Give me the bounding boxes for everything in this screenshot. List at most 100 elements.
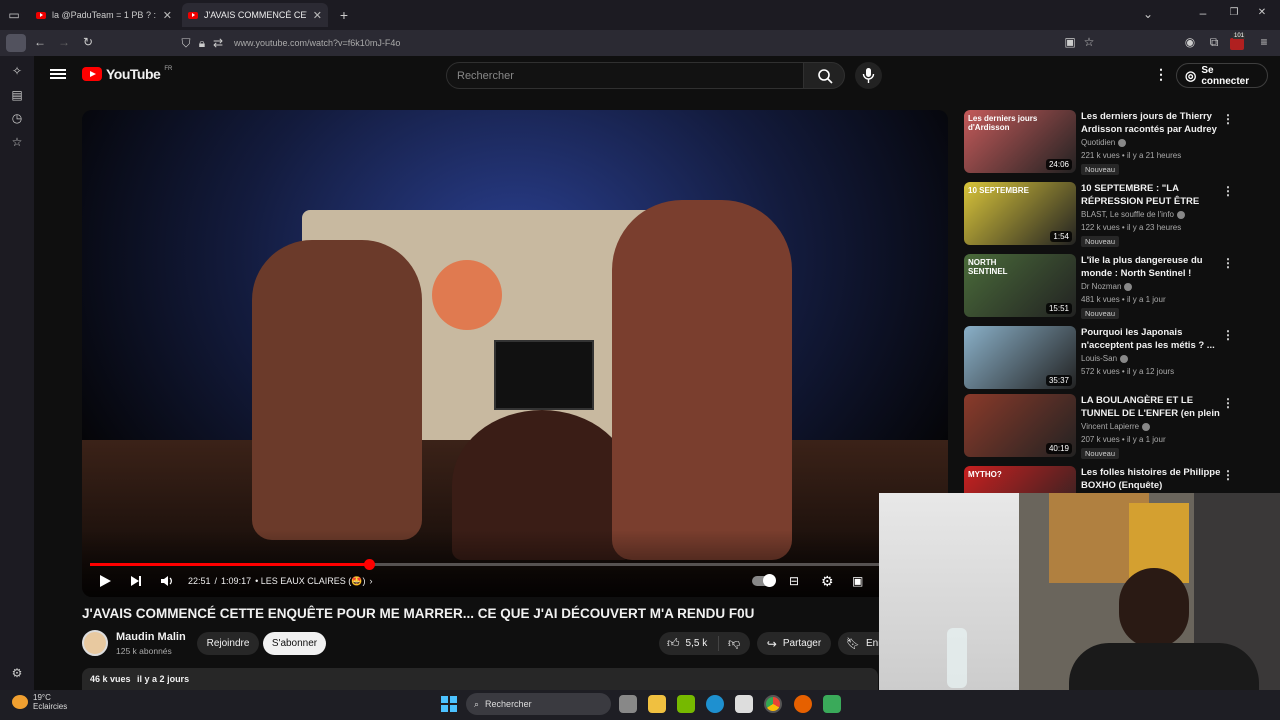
recommendation-title[interactable]: LA BOULANGÈRE ET LE TUNNEL DE L'ENFER (e…: [1081, 394, 1221, 420]
close-tab-icon[interactable]: ✕: [163, 9, 172, 22]
verified-check-icon: [1120, 354, 1129, 363]
browser-tab-2[interactable]: J'AVAIS COMMENCÉ CETTE ENQ ✕: [182, 3, 328, 27]
chapter-title[interactable]: • LES EAUX CLAIRES (🤩): [255, 576, 365, 587]
youtube-logo[interactable]: YouTube FR: [82, 66, 172, 82]
store-icon[interactable]: [735, 695, 753, 713]
tab-overview-icon[interactable]: ▭: [6, 8, 22, 22]
recommendation-thumbnail[interactable]: 10 SEPTEMBRE 1:54: [964, 182, 1076, 245]
more-options-icon[interactable]: ⋮: [1222, 396, 1234, 410]
close-tab-icon[interactable]: ✕: [313, 9, 322, 22]
recommendation-item[interactable]: NORTH SENTINEL 15:51 L'île la plus dangere…: [964, 254, 1264, 319]
recommendation-channel[interactable]: BLAST, Le souffle de l'info: [1081, 210, 1185, 219]
video-person-left: [252, 240, 422, 540]
sidebar-toggle-button[interactable]: [6, 34, 26, 52]
weather-widget[interactable]: 19°C Eclaircies: [33, 693, 67, 711]
more-options-icon[interactable]: ⋮: [1222, 328, 1234, 342]
windows-start-icon[interactable]: [440, 695, 458, 713]
play-button[interactable]: [98, 572, 112, 590]
shield-icon[interactable]: ⛉: [178, 36, 194, 51]
url-text[interactable]: www.youtube.com/watch?v=f6k10mJ-F4o: [234, 38, 400, 48]
recommendation-thumbnail[interactable]: NORTH SENTINEL 15:51: [964, 254, 1076, 317]
task-view-icon[interactable]: [619, 695, 637, 713]
weather-icon[interactable]: [12, 695, 28, 709]
firefox-icon[interactable]: [794, 695, 812, 713]
guide-menu-icon[interactable]: [50, 67, 66, 81]
next-button[interactable]: [129, 572, 143, 590]
ai-sparkle-icon[interactable]: ✧: [9, 64, 25, 78]
star-icon[interactable]: ☆: [9, 135, 25, 149]
subscribe-button[interactable]: S'abonner: [263, 632, 326, 655]
volume-button[interactable]: [160, 572, 174, 590]
more-options-icon[interactable]: ⋮: [1222, 468, 1234, 482]
join-button[interactable]: Rejoindre: [197, 632, 259, 655]
signin-button[interactable]: ◎ Se connecter: [1176, 63, 1268, 88]
video-player[interactable]: [82, 110, 948, 597]
settings-gear-icon[interactable]: ⚙: [9, 666, 25, 680]
dislike-button[interactable]: 👎︎: [719, 636, 740, 651]
channel-avatar[interactable]: [82, 630, 108, 656]
chapter-chevron-icon[interactable]: ›: [369, 576, 372, 586]
miniplayer-button[interactable]: ▣: [852, 572, 863, 590]
permissions-icon[interactable]: ⇄: [210, 36, 226, 50]
browser-tab-1[interactable]: la @PaduTeam = 1 PB ? : Explic ✕: [30, 3, 178, 27]
recommendation-thumbnail[interactable]: 40:19: [964, 394, 1076, 457]
chrome-icon[interactable]: [764, 695, 782, 713]
recommendation-channel[interactable]: Quotidien: [1081, 138, 1127, 147]
forward-icon[interactable]: →: [56, 35, 72, 49]
progress-scrubber[interactable]: [364, 559, 376, 570]
autoplay-toggle[interactable]: [752, 572, 776, 590]
volume-icon: [161, 576, 172, 586]
recommendation-title[interactable]: Pourquoi les Japonais n'acceptent pas le…: [1081, 326, 1221, 352]
picture-in-picture-icon[interactable]: ▣: [1062, 35, 1078, 49]
back-icon[interactable]: ←: [32, 35, 48, 49]
settings-dots-icon[interactable]: ⋮: [1154, 66, 1168, 83]
menu-hamburger-icon[interactable]: ≡: [1256, 35, 1272, 49]
search-input[interactable]: Rechercher: [446, 62, 804, 89]
close-window-icon[interactable]: ✕: [1254, 7, 1270, 18]
bookmark-star-icon[interactable]: ☆: [1081, 35, 1097, 49]
tab-list-chevron-icon[interactable]: ⌄: [1140, 7, 1156, 21]
recommendation-title[interactable]: Les folles histoires de Philippe BOXHO (…: [1081, 466, 1221, 492]
thumbnail-text: MYTHO?: [968, 470, 1002, 479]
recommendation-title[interactable]: Les derniers jours de Thierry Ardisson r…: [1081, 110, 1221, 136]
nvidia-icon[interactable]: [677, 695, 695, 713]
recommendation-item[interactable]: 10 SEPTEMBRE 1:54 10 SEPTEMBRE : "LA RÉPRE…: [964, 182, 1264, 247]
extension-badge-button[interactable]: 101: [1230, 33, 1246, 50]
clock-icon[interactable]: ◷: [9, 111, 25, 125]
recommendation-item[interactable]: 40:19 LA BOULANGÈRE ET LE TUNNEL DE L'ENF…: [964, 394, 1264, 459]
recommendation-item[interactable]: Les derniers jours d'Ardisson 24:06 Les de…: [964, 110, 1264, 175]
reload-icon[interactable]: ↻: [80, 35, 96, 49]
like-button[interactable]: 👍︎ 5,5 k: [659, 636, 719, 651]
youtube-play-icon: [82, 67, 102, 81]
progress-bar[interactable]: [90, 559, 940, 570]
subtitles-button[interactable]: ⊟: [789, 572, 799, 590]
channel-name[interactable]: Maudin Malin: [116, 631, 186, 643]
app-icon[interactable]: [823, 695, 841, 713]
taskbar-search[interactable]: ⌕ Rechercher: [466, 693, 611, 715]
file-explorer-icon[interactable]: [648, 695, 666, 713]
recommendation-channel[interactable]: Vincent Lapierre: [1081, 422, 1151, 431]
recommendation-item[interactable]: 35:37 Pourquoi les Japonais n'acceptent p…: [964, 326, 1264, 390]
minimize-icon[interactable]: –: [1195, 6, 1211, 20]
share-button[interactable]: ↪ Partager: [757, 632, 831, 655]
account-icon[interactable]: ◉: [1182, 35, 1198, 49]
search-button[interactable]: [803, 62, 845, 89]
edge-icon[interactable]: [706, 695, 724, 713]
recommendation-thumbnail[interactable]: 35:37: [964, 326, 1076, 389]
recommendation-title[interactable]: L'île la plus dangereuse du monde : Nort…: [1081, 254, 1221, 280]
more-options-icon[interactable]: ⋮: [1222, 256, 1234, 270]
recommendation-channel[interactable]: Dr Nozman: [1081, 282, 1133, 291]
more-options-icon[interactable]: ⋮: [1222, 112, 1234, 126]
extensions-icon[interactable]: ⧉: [1206, 35, 1222, 50]
history-page-icon[interactable]: ▤: [9, 88, 25, 102]
recommendation-title[interactable]: 10 SEPTEMBRE : "LA RÉPRESSION PEUT ÊTRE …: [1081, 182, 1221, 208]
lock-icon[interactable]: 🔒︎: [194, 36, 210, 51]
recommendation-thumbnail[interactable]: Les derniers jours d'Ardisson 24:06: [964, 110, 1076, 173]
recommendation-channel[interactable]: Louis-San: [1081, 354, 1129, 363]
maximize-icon[interactable]: ❐: [1226, 7, 1242, 18]
new-tab-icon[interactable]: +: [336, 7, 352, 23]
address-bar[interactable]: ⛉ 🔒︎ ⇄ www.youtube.com/watch?v=f6k10mJ-F…: [178, 33, 1098, 53]
voice-search-button[interactable]: [855, 62, 882, 89]
settings-button[interactable]: ⚙: [821, 572, 834, 590]
more-options-icon[interactable]: ⋮: [1222, 184, 1234, 198]
